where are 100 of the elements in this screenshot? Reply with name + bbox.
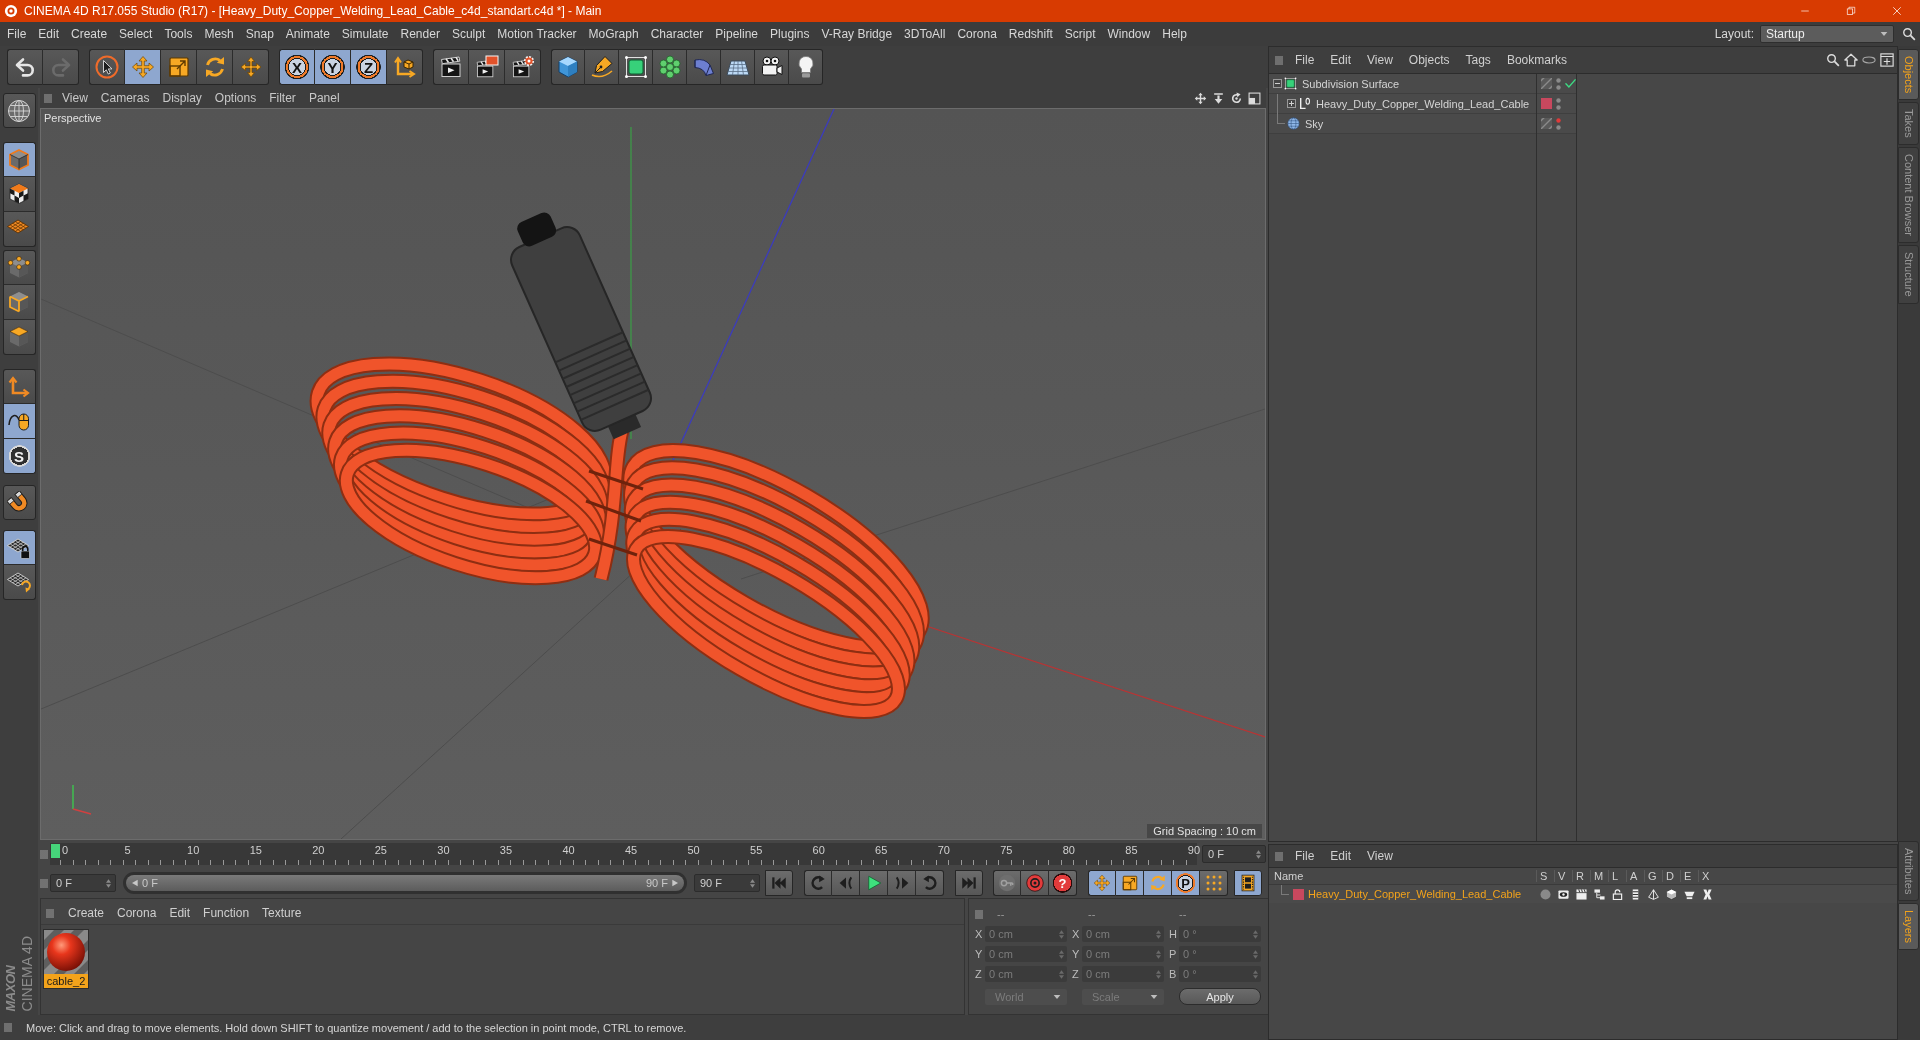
menu-item[interactable]: Redshift (1002, 27, 1059, 41)
menu-item[interactable]: Pipeline (709, 27, 765, 41)
menu-item[interactable]: Motion Tracker (491, 27, 583, 41)
go-to-start-button[interactable] (765, 870, 793, 896)
spinner-icon[interactable] (1256, 849, 1261, 859)
menu-item[interactable]: Script (1058, 27, 1102, 41)
viewport-menu-item[interactable]: Panel (308, 91, 340, 105)
pan-arrows-icon[interactable] (1194, 91, 1207, 105)
visibility-dots-icon[interactable] (1556, 97, 1561, 110)
grip-icon[interactable] (1275, 851, 1283, 861)
column-header[interactable]: A (1626, 870, 1644, 882)
column-header[interactable]: R (1572, 870, 1590, 882)
workplane-mode-button[interactable] (2, 212, 36, 247)
camera-button[interactable] (755, 49, 789, 85)
object-menu-item[interactable]: File (1295, 53, 1315, 67)
menu-item[interactable]: Simulate (335, 27, 395, 41)
material-menu-item[interactable]: Texture (262, 906, 302, 920)
visibility-dots-icon[interactable] (1556, 77, 1561, 90)
grip-icon[interactable] (44, 93, 52, 103)
tweak-mode-button[interactable] (2, 404, 36, 439)
search-icon[interactable] (1902, 27, 1916, 41)
left-triangle-icon[interactable] (131, 879, 139, 887)
clapper-icon[interactable] (1575, 888, 1587, 900)
edges-mode-button[interactable] (2, 285, 36, 320)
oval-icon[interactable] (1862, 53, 1876, 67)
spinner-icon[interactable] (750, 878, 755, 888)
object-menu-item[interactable]: Tags (1465, 53, 1491, 67)
next-key-button[interactable] (916, 870, 944, 896)
new-window-icon[interactable] (1880, 53, 1894, 67)
menu-item[interactable]: MoGraph (582, 27, 645, 41)
side-tab[interactable]: Takes (1898, 102, 1919, 146)
column-header[interactable]: L (1608, 870, 1626, 882)
menu-item[interactable]: Create (65, 27, 114, 41)
snap-button[interactable] (2, 485, 36, 520)
object-name[interactable]: Sky (1305, 117, 1324, 130)
viewport-menu-item[interactable]: Cameras (100, 91, 150, 105)
play-button[interactable] (860, 870, 888, 896)
box-icon[interactable] (1665, 888, 1677, 900)
light-button[interactable] (789, 49, 823, 85)
rotate-tool-button[interactable] (197, 49, 233, 85)
column-header[interactable]: D (1662, 870, 1680, 882)
minus-box-icon[interactable] (1273, 79, 1282, 88)
menu-item[interactable]: Corona (951, 27, 1003, 41)
object-menu-item[interactable]: Bookmarks (1506, 53, 1567, 67)
search-icon[interactable] (1826, 53, 1840, 67)
side-tab[interactable]: Objects (1898, 49, 1919, 101)
check-icon[interactable] (1565, 78, 1576, 89)
layer-name[interactable]: Heavy_Duty_Copper_Welding_Lead_Cable (1308, 888, 1522, 900)
visibility-dots-icon[interactable] (1556, 117, 1561, 130)
side-tab[interactable]: Structure (1898, 245, 1919, 304)
menu-item[interactable]: Snap (239, 27, 280, 41)
eye-icon[interactable] (1557, 888, 1569, 900)
render-viewer-button[interactable] (469, 49, 505, 85)
scale-tool-button[interactable] (161, 49, 197, 85)
layer-menu-item[interactable]: Edit (1330, 849, 1352, 863)
home-icon[interactable] (1844, 53, 1858, 67)
menu-item[interactable]: Help (1156, 27, 1193, 41)
menu-item[interactable]: 3DToAll (898, 27, 952, 41)
menu-item[interactable]: V-Ray Bridge (815, 27, 899, 41)
right-triangle-icon[interactable] (671, 879, 679, 887)
material-menu-item[interactable]: Create (68, 906, 105, 920)
menu-item[interactable]: Edit (32, 27, 66, 41)
layout-dropdown[interactable]: Startup (1760, 25, 1894, 43)
object-name[interactable]: Heavy_Duty_Copper_Welding_Lead_Cable (1316, 97, 1530, 110)
column-header[interactable]: X (1698, 870, 1716, 882)
grip-icon[interactable] (1275, 55, 1283, 65)
side-tab[interactable]: Layers (1898, 902, 1919, 950)
column-header[interactable]: M (1590, 870, 1608, 882)
y-axis-lock-button[interactable]: Y (315, 49, 351, 85)
menu-item[interactable]: File (0, 27, 33, 41)
maximize-icon[interactable] (1248, 91, 1261, 105)
menu-item[interactable]: Mesh (198, 27, 240, 41)
plus-box-icon[interactable] (1287, 99, 1296, 108)
object-menu-item[interactable]: Edit (1330, 53, 1352, 67)
object-menu-item[interactable]: View (1367, 53, 1393, 67)
menu-item[interactable]: Sculpt (445, 27, 492, 41)
viewport-menu-item[interactable]: Options (214, 91, 257, 105)
end-frame-field[interactable]: 90 F (694, 874, 760, 892)
object-menu-item[interactable]: Objects (1408, 53, 1450, 67)
last-tool-button[interactable] (233, 49, 269, 85)
undo-button[interactable] (7, 49, 43, 85)
start-frame-field[interactable]: 0 F (50, 874, 116, 892)
side-tab[interactable]: Attributes (1898, 840, 1919, 901)
workplane-lock-button[interactable] (2, 530, 36, 565)
color-swatch-icon[interactable] (1293, 888, 1304, 900)
grip-icon[interactable] (4, 1023, 12, 1032)
floor-button[interactable] (721, 49, 755, 85)
down-arrow-icon[interactable] (1212, 91, 1225, 105)
cloner-button[interactable] (653, 49, 687, 85)
xref-glyph-icon[interactable] (1701, 888, 1713, 900)
column-header[interactable]: S (1536, 870, 1554, 882)
object-name[interactable]: Subdivision Surface (1302, 77, 1400, 90)
cube-button[interactable] (551, 49, 585, 85)
pen-button[interactable] (585, 49, 619, 85)
column-header[interactable]: Name (1269, 870, 1536, 882)
material-menu-item[interactable]: Edit (169, 906, 191, 920)
side-tab[interactable]: Content Browser (1898, 147, 1919, 243)
menu-item[interactable]: Select (113, 27, 159, 41)
color-swatch-icon[interactable] (1541, 98, 1552, 109)
padlock-icon[interactable] (1611, 888, 1623, 900)
